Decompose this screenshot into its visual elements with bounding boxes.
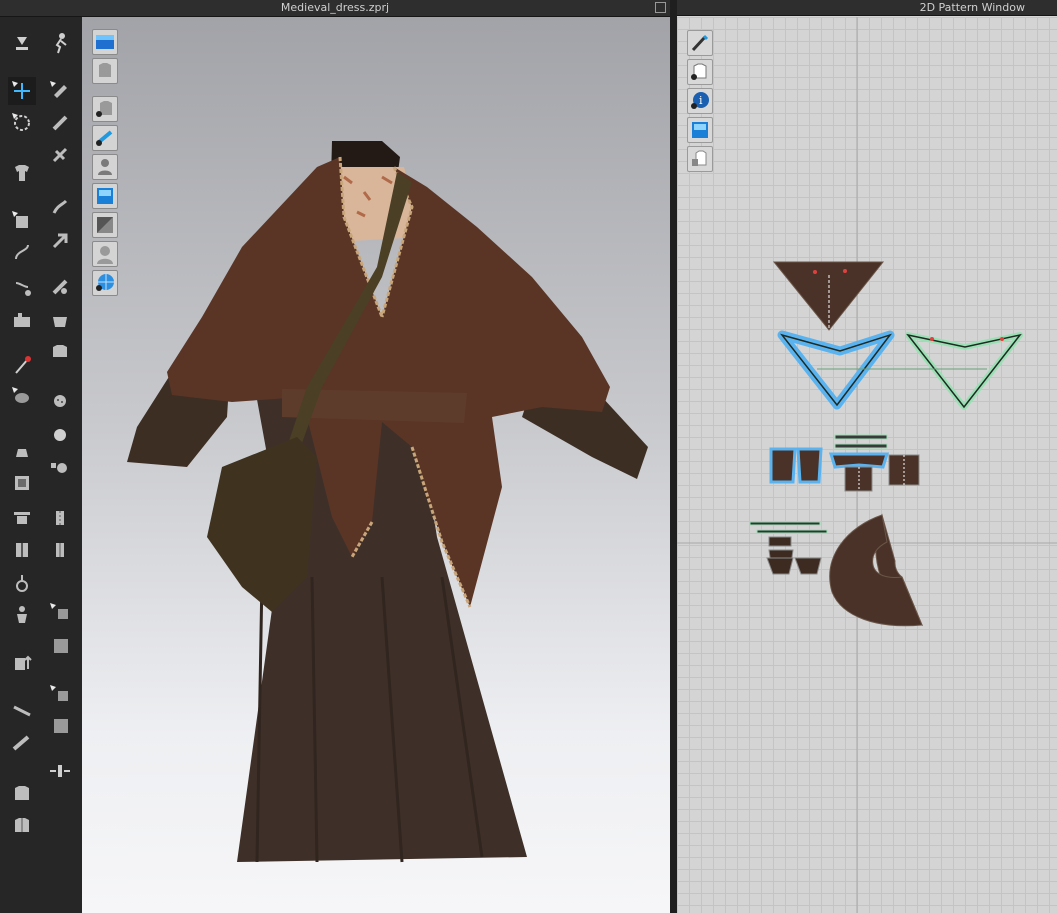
garment-fit-icon[interactable] bbox=[8, 779, 36, 807]
shirring-icon[interactable] bbox=[46, 307, 74, 335]
3d-toolbar bbox=[0, 17, 82, 913]
simulation-icon[interactable] bbox=[8, 29, 36, 57]
avatar-walk-icon[interactable] bbox=[46, 29, 74, 57]
2d-pattern-window: 2D Pattern Window i bbox=[677, 0, 1057, 913]
pattern-pocket-1 bbox=[768, 536, 792, 547]
popout-icon[interactable] bbox=[655, 2, 666, 13]
3d-window-title: Medieval_dress.zprj bbox=[0, 0, 670, 17]
flatten-icon[interactable] bbox=[46, 225, 74, 253]
buttonhole-icon[interactable] bbox=[46, 421, 74, 449]
window-divider[interactable] bbox=[670, 0, 677, 913]
edit-pattern-icon[interactable] bbox=[8, 159, 36, 187]
button-icon[interactable] bbox=[46, 387, 74, 415]
zipper2-icon[interactable] bbox=[46, 535, 74, 563]
pattern-yoke bbox=[828, 452, 890, 469]
fold-arrangement-icon[interactable] bbox=[8, 207, 36, 235]
select-move-icon[interactable] bbox=[8, 77, 36, 105]
measure-tape-icon[interactable] bbox=[8, 649, 36, 677]
pattern-back-v bbox=[905, 332, 1023, 410]
3d-garment-window: Medieval_dress.zprj bbox=[0, 0, 670, 913]
pattern-band-1 bbox=[834, 434, 888, 440]
graphic-select-icon[interactable] bbox=[46, 599, 74, 627]
select-mesh-icon[interactable] bbox=[46, 141, 74, 169]
3d-garment-render[interactable] bbox=[82, 17, 670, 913]
pattern-band-2 bbox=[834, 443, 888, 449]
button-lock-icon[interactable] bbox=[46, 453, 74, 481]
3d-viewport[interactable] bbox=[82, 17, 670, 913]
fabric-icon[interactable] bbox=[8, 469, 36, 497]
pattern-bodice-left bbox=[769, 447, 797, 484]
pattern-bodice-right bbox=[796, 447, 823, 484]
pattern-pieces[interactable] bbox=[677, 17, 1057, 913]
pleat-icon[interactable] bbox=[46, 337, 74, 365]
pattern-bag-flap-3 bbox=[794, 557, 822, 575]
strengthen-icon[interactable] bbox=[46, 273, 74, 301]
pattern-bag-flap-2 bbox=[766, 557, 794, 575]
transform-icon[interactable] bbox=[8, 109, 36, 137]
trim-add-icon[interactable] bbox=[46, 711, 74, 739]
segment-icon[interactable] bbox=[8, 697, 36, 725]
graphic-icon[interactable] bbox=[8, 503, 36, 531]
pattern-strap-2 bbox=[756, 529, 828, 534]
compress-icon[interactable] bbox=[46, 757, 74, 785]
edit-brush-icon[interactable] bbox=[46, 109, 74, 137]
sewing-icon[interactable] bbox=[8, 307, 36, 335]
hanger-icon[interactable] bbox=[8, 569, 36, 597]
trim-select-icon[interactable] bbox=[46, 681, 74, 709]
measure-icon[interactable] bbox=[8, 437, 36, 465]
avatar-icon[interactable] bbox=[8, 535, 36, 563]
avatar-pose-icon[interactable] bbox=[8, 601, 36, 629]
ruler-icon[interactable] bbox=[8, 729, 36, 757]
graphic-add-icon[interactable] bbox=[46, 631, 74, 659]
2d-pattern-canvas[interactable]: i bbox=[677, 17, 1057, 913]
pattern-front-v-selected bbox=[777, 330, 895, 410]
pattern-strap-1 bbox=[749, 521, 821, 526]
fold-icon[interactable] bbox=[46, 193, 74, 221]
zipper-icon[interactable] bbox=[46, 503, 74, 531]
garment-fit2-icon[interactable] bbox=[8, 811, 36, 839]
edit-curve-icon[interactable] bbox=[8, 239, 36, 267]
pin-icon[interactable] bbox=[8, 351, 36, 379]
edit-texture-icon[interactable] bbox=[46, 77, 74, 105]
tack-icon[interactable] bbox=[8, 273, 36, 301]
topstitch-icon[interactable] bbox=[8, 383, 36, 411]
2d-window-title: 2D Pattern Window bbox=[677, 0, 1057, 16]
